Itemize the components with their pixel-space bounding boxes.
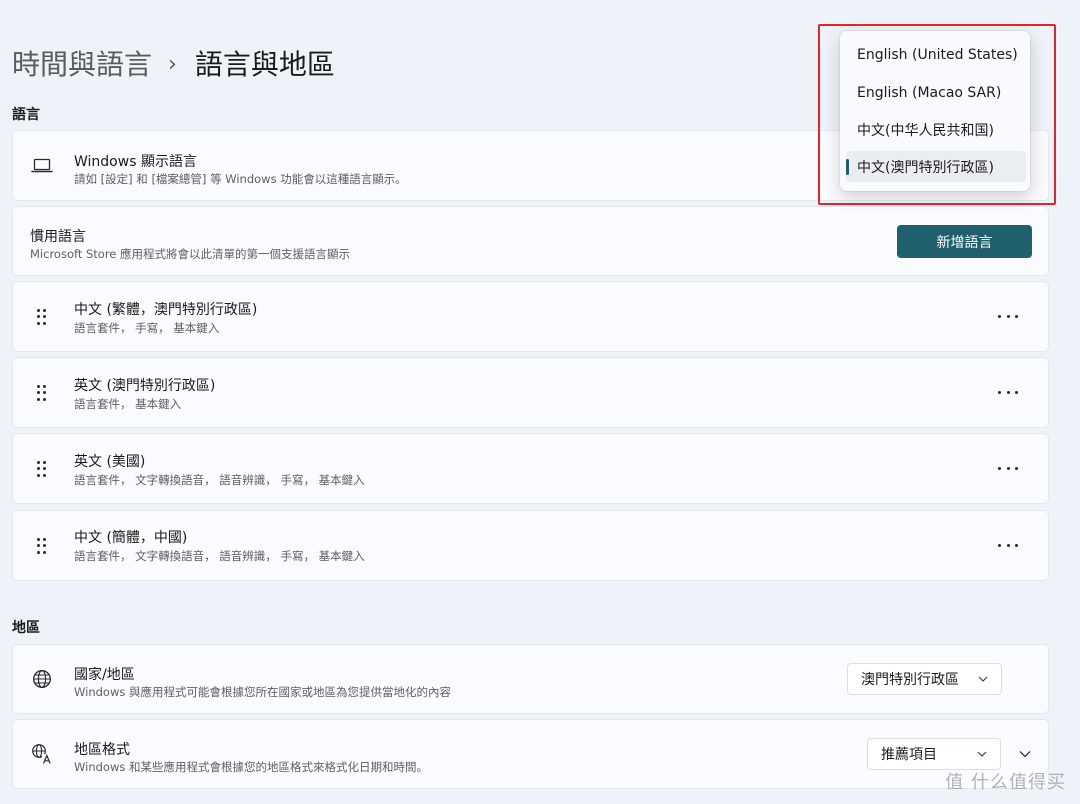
language-row[interactable]: 中文 (繁體，澳門特別行政區) 語言套件， 手寫， 基本鍵入: [12, 281, 1049, 352]
language-name: 英文 (美國): [74, 454, 146, 470]
language-name: 英文 (澳門特別行政區): [74, 378, 216, 394]
display-language-dropdown: English (United States) English (Macao S…: [840, 31, 1030, 191]
more-options-icon[interactable]: [998, 387, 1018, 399]
language-row[interactable]: 中文 (簡體，中國) 語言套件， 文字轉換語音， 語音辨識， 手寫， 基本鍵入: [12, 510, 1049, 581]
language-features: 語言套件， 基本鍵入: [74, 397, 182, 411]
country-region-select[interactable]: 澳門特別行政區: [847, 663, 1002, 695]
display-language-subtitle: 請如 [設定] 和 [檔案總管] 等 Windows 功能會以這種語言顯示。: [74, 172, 407, 186]
country-region-card: 國家/地區 Windows 與應用程式可能會根據您所在國家或地區為您提供當地化的…: [12, 644, 1049, 714]
country-region-subtitle: Windows 與應用程式可能會根據您所在國家或地區為您提供當地化的內容: [74, 685, 451, 699]
more-options-icon[interactable]: [998, 540, 1018, 552]
language-name: 中文 (簡體，中國): [74, 530, 188, 546]
country-region-value: 澳門特別行政區: [861, 672, 959, 688]
dropdown-option-english-us[interactable]: English (United States): [846, 39, 1026, 70]
language-name: 中文 (繁體，澳門特別行政區): [74, 302, 258, 318]
chevron-down-icon: [977, 751, 987, 757]
preferred-languages-card: 慣用語言 Microsoft Store 應用程式將會以此清單的第一個支援語言顯…: [12, 206, 1049, 276]
breadcrumb: 時間與語言 › 語言與地區: [12, 42, 335, 88]
language-features: 語言套件， 文字轉換語音， 語音辨識， 手寫， 基本鍵入: [74, 549, 365, 563]
settings-page: 時間與語言 › 語言與地區 語言 Windows 顯示語言 請如 [設定] 和 …: [0, 0, 1080, 804]
more-options-icon[interactable]: [998, 311, 1018, 323]
country-region-title: 國家/地區: [74, 667, 135, 683]
regional-format-subtitle: Windows 和某些應用程式會根據您的地區格式來格式化日期和時間。: [74, 760, 428, 774]
expand-chevron-icon[interactable]: [1018, 750, 1032, 759]
page-title: 語言與地區: [194, 48, 335, 81]
language-format-icon: [31, 743, 53, 765]
language-features: 語言套件， 手寫， 基本鍵入: [74, 321, 220, 335]
section-label-region: 地區: [12, 620, 40, 636]
breadcrumb-parent[interactable]: 時間與語言: [12, 42, 152, 88]
dropdown-option-english-macao[interactable]: English (Macao SAR): [846, 77, 1026, 108]
dropdown-option-chinese-simplified[interactable]: 中文(中华人民共和国): [846, 114, 1026, 145]
drag-handle-icon[interactable]: [35, 536, 49, 556]
language-row[interactable]: 英文 (澳門特別行政區) 語言套件， 基本鍵入: [12, 357, 1049, 428]
language-features: 語言套件， 文字轉換語音， 語音辨識， 手寫， 基本鍵入: [74, 473, 365, 487]
laptop-icon: [31, 155, 53, 177]
more-options-icon[interactable]: [998, 463, 1018, 475]
regional-format-card[interactable]: 地區格式 Windows 和某些應用程式會根據您的地區格式來格式化日期和時間。 …: [12, 719, 1049, 789]
section-label-language: 語言: [12, 107, 40, 123]
add-language-button[interactable]: 新增語言: [897, 225, 1032, 258]
watermark: 值 什么值得买: [945, 772, 1066, 793]
preferred-languages-title: 慣用語言: [30, 229, 86, 245]
language-row[interactable]: 英文 (美國) 語言套件， 文字轉換語音， 語音辨識， 手寫， 基本鍵入: [12, 433, 1049, 504]
display-language-title: Windows 顯示語言: [74, 154, 197, 170]
preferred-languages-subtitle: Microsoft Store 應用程式將會以此清單的第一個支援語言顯示: [30, 247, 351, 261]
dropdown-option-chinese-macao[interactable]: 中文(澳門特別行政區): [846, 151, 1026, 182]
drag-handle-icon[interactable]: [35, 459, 49, 479]
globe-icon: [31, 668, 53, 690]
chevron-down-icon: [978, 676, 988, 682]
breadcrumb-separator: ›: [168, 52, 177, 77]
regional-format-value: 推薦項目: [881, 747, 937, 763]
regional-format-select[interactable]: 推薦項目: [867, 738, 1001, 770]
regional-format-title: 地區格式: [74, 742, 130, 758]
drag-handle-icon[interactable]: [35, 307, 49, 327]
drag-handle-icon[interactable]: [35, 383, 49, 403]
